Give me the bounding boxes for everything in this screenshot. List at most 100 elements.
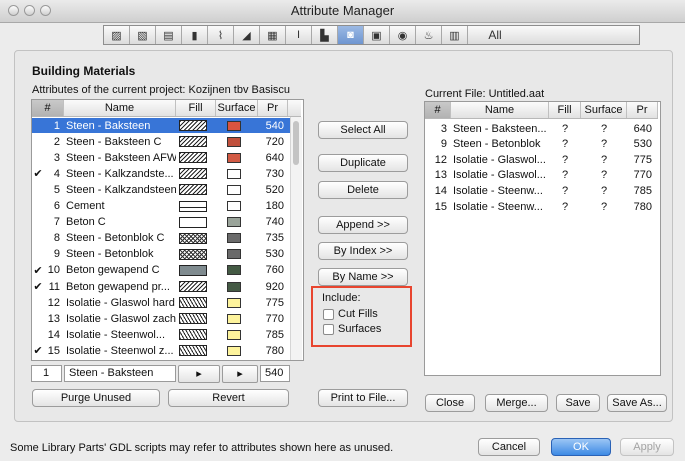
window-title: Attribute Manager: [290, 3, 395, 18]
save-as-button[interactable]: Save As...: [607, 394, 667, 412]
file-row-fill: ?: [561, 169, 569, 182]
surfaces-checkbox[interactable]: [323, 324, 334, 335]
surface-swatch: [227, 249, 241, 260]
row-priority: 760: [265, 264, 284, 277]
profile-icon[interactable]: ▦: [260, 26, 286, 44]
append-button[interactable]: Append >>: [318, 216, 408, 234]
file-column-number[interactable]: #: [425, 102, 451, 118]
attribute-row[interactable]: 2 Steen - Baksteen C 720: [32, 134, 290, 149]
row-priority: 785: [265, 328, 284, 341]
fill-icon[interactable]: ▨: [104, 26, 130, 44]
attribute-row[interactable]: 6 Cement 180: [32, 199, 290, 214]
by-name-button[interactable]: By Name >>: [318, 268, 408, 286]
surface-swatch-cell: [216, 281, 258, 292]
priority-field[interactable]: 540: [260, 365, 290, 382]
layer-icon[interactable]: I: [286, 26, 312, 44]
left-scrollbar[interactable]: [290, 117, 302, 360]
location-icon[interactable]: ◉: [390, 26, 416, 44]
file-attributes-list[interactable]: # Name Fill Surface Pr 3 Steen - Baksteen…: [424, 101, 661, 376]
column-number[interactable]: #: [32, 100, 64, 116]
fill-popup-button[interactable]: ▸: [178, 365, 220, 383]
cancel-button[interactable]: Cancel: [478, 438, 540, 456]
fill-swatch-cell: [176, 216, 216, 228]
fill-swatch: [179, 297, 207, 309]
surface-swatch-cell: [216, 265, 258, 276]
attribute-row[interactable]: 14 Isolatie - Steenwol... 785: [32, 327, 290, 342]
cut-fills-checkbox[interactable]: [323, 309, 334, 320]
project-phase-icon[interactable]: ♨: [416, 26, 442, 44]
file-attribute-row[interactable]: 3 Steen - Baksteen...?? 640: [425, 121, 658, 136]
purge-unused-button[interactable]: Purge Unused: [32, 389, 160, 407]
attribute-row[interactable]: 7 Beton C 740: [32, 215, 290, 230]
surface-swatch: [227, 217, 241, 228]
file-attribute-row[interactable]: 9 Steen - Betonblok?? 530: [425, 137, 658, 152]
select-all-button[interactable]: Select All: [318, 121, 408, 139]
file-attribute-row[interactable]: 12 Isolatie - Glaswol...?? 775: [425, 152, 658, 167]
ok-button[interactable]: OK: [551, 438, 611, 456]
file-row-priority: 770: [633, 169, 652, 182]
fill-swatch: [179, 313, 207, 325]
row-priority: 520: [265, 183, 284, 196]
duplicate-button[interactable]: Duplicate: [318, 154, 408, 172]
fill-swatch-cell: [176, 136, 216, 148]
project-attributes-list[interactable]: # Name Fill Surface Pr 1 Steen - Baksteen…: [31, 99, 304, 361]
row-name: Steen - Kalkzandsteen: [66, 183, 176, 196]
left-scroll-thumb[interactable]: [293, 121, 299, 165]
save-file-button[interactable]: Save: [556, 394, 600, 412]
file-attribute-row[interactable]: 14 Isolatie - Steenw...?? 785: [425, 183, 658, 198]
file-column-fill[interactable]: Fill: [549, 102, 581, 118]
attribute-row[interactable]: 1 Steen - Baksteen 540: [32, 118, 290, 133]
file-column-surface[interactable]: Surface: [581, 102, 627, 118]
attribute-row[interactable]: 9 Steen - Betonblok 530: [32, 247, 290, 262]
composite-icon[interactable]: ▤: [156, 26, 182, 44]
row-name: Isolatie - Glaswol hard: [66, 296, 175, 309]
markup-icon[interactable]: ▣: [364, 26, 390, 44]
attribute-row[interactable]: ✔ 15 Isolatie - Steenwol z... 780: [32, 343, 290, 358]
used-checkmark: ✔: [33, 345, 43, 358]
surface-swatch-cell: [216, 217, 258, 228]
pen-icon[interactable]: ▮: [182, 26, 208, 44]
minimize-window-icon[interactable]: [24, 5, 35, 16]
print-to-file-button[interactable]: Print to File...: [318, 389, 408, 407]
material-icon[interactable]: ◢: [234, 26, 260, 44]
fill-swatch-cell: [176, 329, 216, 341]
by-index-button[interactable]: By Index >>: [318, 242, 408, 260]
attribute-row[interactable]: ✔ 11 Beton gewapend pr... 920: [32, 279, 290, 294]
attribute-row[interactable]: 12 Isolatie - Glaswol hard 775: [32, 295, 290, 310]
merge-button[interactable]: Merge...: [485, 394, 548, 412]
attribute-row[interactable]: ✔ 4 Steen - Kalkzandste... 730: [32, 166, 290, 181]
zoom-window-icon[interactable]: [40, 5, 51, 16]
renovation-icon[interactable]: ▥: [442, 26, 468, 44]
close-window-icon[interactable]: [8, 5, 19, 16]
column-pr[interactable]: Pr: [258, 100, 288, 116]
attribute-row[interactable]: ✔ 10 Beton gewapend C 760: [32, 263, 290, 278]
file-row-surface: ?: [600, 169, 608, 182]
file-column-pr[interactable]: Pr: [627, 102, 658, 118]
model-view-icon[interactable]: ◙: [338, 26, 364, 44]
close-file-button[interactable]: Close: [425, 394, 475, 412]
column-surface[interactable]: Surface: [216, 100, 258, 116]
file-attribute-row[interactable]: 15 Isolatie - Steenw...?? 780: [425, 199, 658, 214]
attribute-index-field[interactable]: 1: [31, 365, 62, 382]
attribute-row[interactable]: 5 Steen - Kalkzandsteen 520: [32, 182, 290, 197]
column-name[interactable]: Name: [64, 100, 176, 116]
surface-popup-button[interactable]: ▸: [222, 365, 258, 383]
column-fill[interactable]: Fill: [176, 100, 216, 116]
attribute-name-field[interactable]: Steen - Baksteen: [64, 365, 176, 382]
attribute-row[interactable]: 13 Isolatie - Glaswol zacht 770: [32, 311, 290, 326]
line-type-icon[interactable]: ▧: [130, 26, 156, 44]
delete-button[interactable]: Delete: [318, 181, 408, 199]
apply-button[interactable]: Apply: [620, 438, 674, 456]
revert-button[interactable]: Revert: [168, 389, 289, 407]
building-material-icon[interactable]: ▙: [312, 26, 338, 44]
row-number: 1: [53, 119, 60, 132]
attribute-row[interactable]: 3 Steen - Baksteen AFW 640: [32, 150, 290, 165]
all-attributes-button[interactable]: All: [468, 26, 522, 44]
zone-icon[interactable]: ⌇: [208, 26, 234, 44]
surface-swatch: [227, 345, 241, 356]
file-row-number: 15: [434, 200, 447, 213]
attribute-row[interactable]: 8 Steen - Betonblok C 735: [32, 231, 290, 246]
file-attribute-row[interactable]: 13 Isolatie - Glaswol...?? 770: [425, 168, 658, 183]
file-row-fill: ?: [561, 122, 569, 135]
file-column-name[interactable]: Name: [451, 102, 549, 118]
